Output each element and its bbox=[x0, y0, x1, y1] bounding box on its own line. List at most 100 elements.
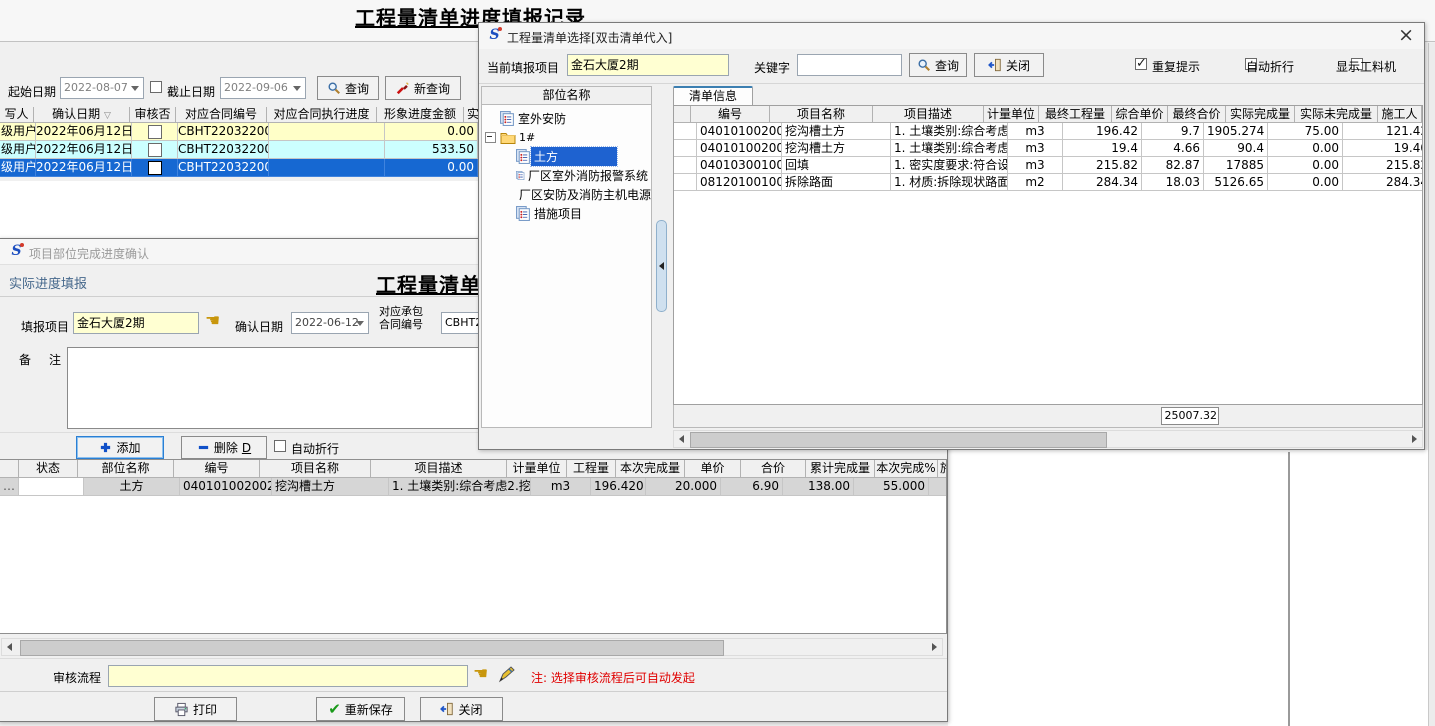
repeat-hint-checkbox[interactable] bbox=[1135, 58, 1147, 70]
table-row[interactable]: 级用户 2022年06月12日 CBHT220322002 533.50 bbox=[0, 141, 500, 159]
col-name[interactable]: 项目名称 bbox=[260, 460, 371, 478]
delete-button[interactable]: 删除D bbox=[181, 436, 267, 459]
col-code[interactable]: 编号 bbox=[174, 460, 260, 478]
col-done[interactable]: 实际完成量 bbox=[1226, 106, 1295, 123]
col-unit[interactable]: 计量单位 bbox=[984, 106, 1039, 123]
resave-button[interactable]: ✔ 重新保存 bbox=[316, 697, 405, 721]
dialog-title: 工程量清单选择[双击清单代入] bbox=[507, 29, 672, 46]
tree-splitter[interactable] bbox=[655, 86, 669, 428]
col-price[interactable]: 单价 bbox=[685, 460, 741, 478]
tab-list-info[interactable]: 清单信息 bbox=[673, 86, 753, 105]
col-worker[interactable]: 施工人 bbox=[938, 460, 947, 478]
right-panel-divider bbox=[1288, 452, 1290, 726]
confirm-date-label: 确认日期 bbox=[235, 318, 283, 335]
document-icon bbox=[516, 149, 531, 164]
pen-icon[interactable] bbox=[498, 665, 516, 683]
print-button[interactable]: 打印 bbox=[154, 697, 237, 721]
end-date-combo[interactable]: 2022-09-06 bbox=[220, 77, 306, 99]
keyword-input[interactable] bbox=[797, 54, 902, 76]
remark-label-2: 注 bbox=[49, 351, 61, 368]
col-final-qty[interactable]: 最终工程量 bbox=[1039, 106, 1112, 123]
table-row[interactable]: 级用户 2022年06月12日 CBHT220322002 0.00 bbox=[0, 123, 500, 141]
scroll-right-icon[interactable] bbox=[932, 643, 937, 651]
document-icon bbox=[500, 111, 515, 126]
col-contract[interactable]: 对应合同编号 bbox=[176, 107, 267, 123]
dialog-titlebar[interactable]: S 工程量清单选择[双击清单代入] × bbox=[479, 23, 1424, 49]
table-row[interactable]: 040101002002 挖沟槽土方 1. 土壤类别:综合考虑 m3 196.4… bbox=[674, 123, 1422, 140]
summary-total-cell: 25007.32 bbox=[1161, 407, 1219, 425]
col-final-total[interactable]: 最终合价 bbox=[1168, 106, 1226, 123]
hand-pointer-icon[interactable]: ☚ bbox=[473, 664, 488, 684]
start-date-label: 起始日期 bbox=[8, 83, 56, 100]
col-writer[interactable]: 写人 bbox=[0, 107, 34, 123]
audit-checkbox[interactable] bbox=[148, 161, 162, 175]
scroll-right-icon[interactable] bbox=[1412, 435, 1417, 443]
tree-item-selected[interactable]: 土方 bbox=[482, 147, 651, 166]
end-date-checkbox[interactable] bbox=[150, 81, 162, 93]
table-row[interactable]: 040103001003 回填 1. 密实度要求:符合设计 m3 215.82 … bbox=[674, 157, 1422, 174]
col-qty[interactable]: 工程量 bbox=[567, 460, 616, 478]
nav-link[interactable]: 实际进度填报 bbox=[9, 273, 87, 292]
close-icon[interactable]: × bbox=[1398, 24, 1414, 46]
col-cum-done[interactable]: 累计完成量 bbox=[806, 460, 875, 478]
col-current-done[interactable]: 本次完成量 bbox=[616, 460, 685, 478]
progress-table: 状态 部位名称 编号 项目名称 项目描述 计量单位 工程量 本次完成量 单价 合… bbox=[0, 459, 947, 634]
tree-item[interactable]: 室外安防 bbox=[482, 109, 651, 128]
start-date-combo[interactable]: 2022-08-07 bbox=[60, 77, 144, 99]
col-confirm-date[interactable]: 确认日期 ▽ bbox=[34, 107, 130, 123]
dialog-close-button[interactable]: 关闭 bbox=[974, 53, 1044, 77]
col-extra[interactable]: 房 bbox=[1422, 106, 1423, 123]
scrollbar-thumb[interactable] bbox=[20, 640, 724, 656]
scrollbar-thumb[interactable] bbox=[690, 432, 1107, 448]
col-desc[interactable]: 项目描述 bbox=[873, 106, 984, 123]
remark-label-1: 备 bbox=[19, 351, 31, 368]
dialog-query-button[interactable]: 查询 bbox=[909, 53, 967, 77]
table-row[interactable]: … 土方 040101002002 挖沟槽土方 1. 土壤类别:综合考虑2.挖 … bbox=[0, 478, 946, 496]
splitter-handle[interactable] bbox=[656, 220, 667, 312]
col-total[interactable]: 合价 bbox=[741, 460, 806, 478]
progress-hscrollbar[interactable] bbox=[1, 638, 943, 656]
col-desc[interactable]: 项目描述 bbox=[371, 460, 507, 478]
confirm-date-combo[interactable]: 2022-06-12 bbox=[291, 312, 369, 334]
audit-checkbox[interactable] bbox=[148, 143, 162, 157]
col-name[interactable]: 项目名称 bbox=[770, 106, 873, 123]
plus-icon bbox=[99, 441, 112, 454]
col-audited[interactable]: 审核否 bbox=[130, 107, 176, 123]
col-worker[interactable]: 施工人 bbox=[1378, 106, 1422, 123]
table-row[interactable]: 081201001002 拆除路面 1. 材质:拆除现状路面 m2 284.34… bbox=[674, 174, 1422, 191]
close-button[interactable]: 关闭 bbox=[420, 697, 503, 721]
col-status[interactable]: 状态 bbox=[19, 460, 78, 478]
project-input[interactable]: 金石大厦2期 bbox=[73, 312, 199, 334]
current-project-input[interactable]: 金石大厦2期 bbox=[567, 54, 729, 76]
hand-pointer-icon[interactable]: ☚ bbox=[205, 311, 220, 331]
audit-row: 审核流程 ☚ 注: 选择审核流程后可自动发起 bbox=[0, 658, 947, 692]
tree-item[interactable]: 厂区室外消防报警系统 bbox=[482, 166, 651, 185]
chevron-down-icon bbox=[293, 86, 301, 91]
audit-checkbox[interactable] bbox=[148, 125, 162, 139]
scroll-left-icon[interactable] bbox=[7, 643, 12, 651]
col-part[interactable]: 部位名称 bbox=[78, 460, 174, 478]
col-unit[interactable]: 计量单位 bbox=[507, 460, 567, 478]
col-undone[interactable]: 实际未完成量 bbox=[1295, 106, 1378, 123]
col-unit-price[interactable]: 综合单价 bbox=[1112, 106, 1168, 123]
audit-flow-input[interactable] bbox=[108, 665, 468, 687]
filter-icon[interactable]: ▽ bbox=[104, 111, 111, 121]
table-row[interactable]: 040101002003 挖沟槽土方 1. 土壤类别:综合考虑 m3 19.4 … bbox=[674, 140, 1422, 157]
table-row-selected[interactable]: 级用户 2022年06月12日 CBHT220322002 0.00 bbox=[0, 159, 500, 177]
audit-flow-label: 审核流程 bbox=[53, 669, 101, 686]
col-amount[interactable]: 形象进度金额 bbox=[377, 107, 464, 123]
tree-item[interactable]: 厂区安防及消防主机电源 bbox=[482, 185, 651, 204]
add-button[interactable]: 添加 bbox=[76, 436, 164, 459]
tree-item[interactable]: 1# bbox=[482, 128, 651, 147]
col-current-pct[interactable]: 本次完成% bbox=[875, 460, 938, 478]
new-query-button[interactable]: 新查询 bbox=[385, 76, 461, 100]
scroll-left-icon[interactable] bbox=[679, 435, 684, 443]
col-contract-progress[interactable]: 对应合同执行进度 bbox=[267, 107, 377, 123]
autowrap-checkbox[interactable] bbox=[274, 440, 286, 452]
dialog-hscrollbar[interactable] bbox=[673, 430, 1423, 448]
door-exit-icon bbox=[988, 58, 1002, 72]
col-code[interactable]: 编号 bbox=[691, 106, 770, 123]
query-button[interactable]: 查询 bbox=[317, 76, 379, 100]
tree-item[interactable]: 措施项目 bbox=[482, 204, 651, 223]
collapse-icon[interactable] bbox=[485, 132, 496, 143]
